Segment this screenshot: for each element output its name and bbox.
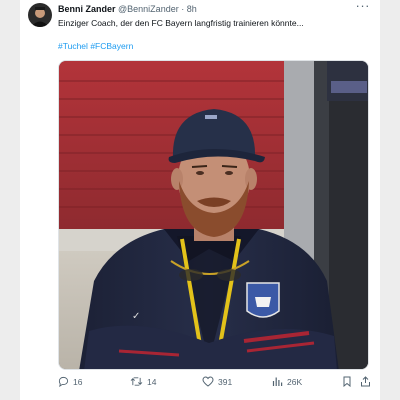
bookmark-icon: [343, 376, 351, 387]
separator: ·: [181, 4, 185, 14]
hashtags: #Tuchel #FCBayern: [58, 40, 133, 52]
tweet-time[interactable]: 8h: [187, 4, 197, 14]
retweet-count: 14: [147, 376, 157, 387]
tweet-actions: 16 14 391 26K: [58, 376, 374, 390]
retweet-button[interactable]: 14: [130, 376, 156, 387]
hashtag-fcbayern[interactable]: #FCBayern: [90, 41, 133, 51]
share-button[interactable]: [360, 376, 375, 387]
views-button[interactable]: 26K: [272, 376, 302, 387]
like-count: 391: [218, 376, 233, 387]
hashtag-tuchel[interactable]: #Tuchel: [58, 41, 88, 51]
bookmark-button[interactable]: [342, 376, 356, 387]
reply-icon: [58, 376, 69, 387]
share-icon: [361, 376, 370, 387]
tweet-text: Einziger Coach, der den FC Bayern langfr…: [58, 18, 304, 28]
like-icon: [202, 376, 214, 387]
views-icon: [272, 377, 283, 386]
tweet-image[interactable]: ✓: [58, 60, 369, 370]
retweet-icon: [130, 377, 143, 386]
avatar[interactable]: [28, 3, 52, 27]
tweet-card[interactable]: Benni Zander @BenniZander · 8h ··· Einzi…: [20, 0, 380, 400]
svg-text:✓: ✓: [132, 311, 140, 322]
reply-button[interactable]: 16: [58, 376, 82, 387]
author-name[interactable]: Benni Zander: [58, 4, 116, 14]
author-handle[interactable]: @BenniZander: [118, 4, 179, 14]
more-icon[interactable]: ···: [356, 0, 371, 12]
views-count: 26K: [287, 376, 303, 387]
reply-count: 16: [73, 376, 83, 387]
like-button[interactable]: 391: [202, 376, 232, 387]
tweet-header: Benni Zander @BenniZander · 8h: [58, 2, 358, 16]
